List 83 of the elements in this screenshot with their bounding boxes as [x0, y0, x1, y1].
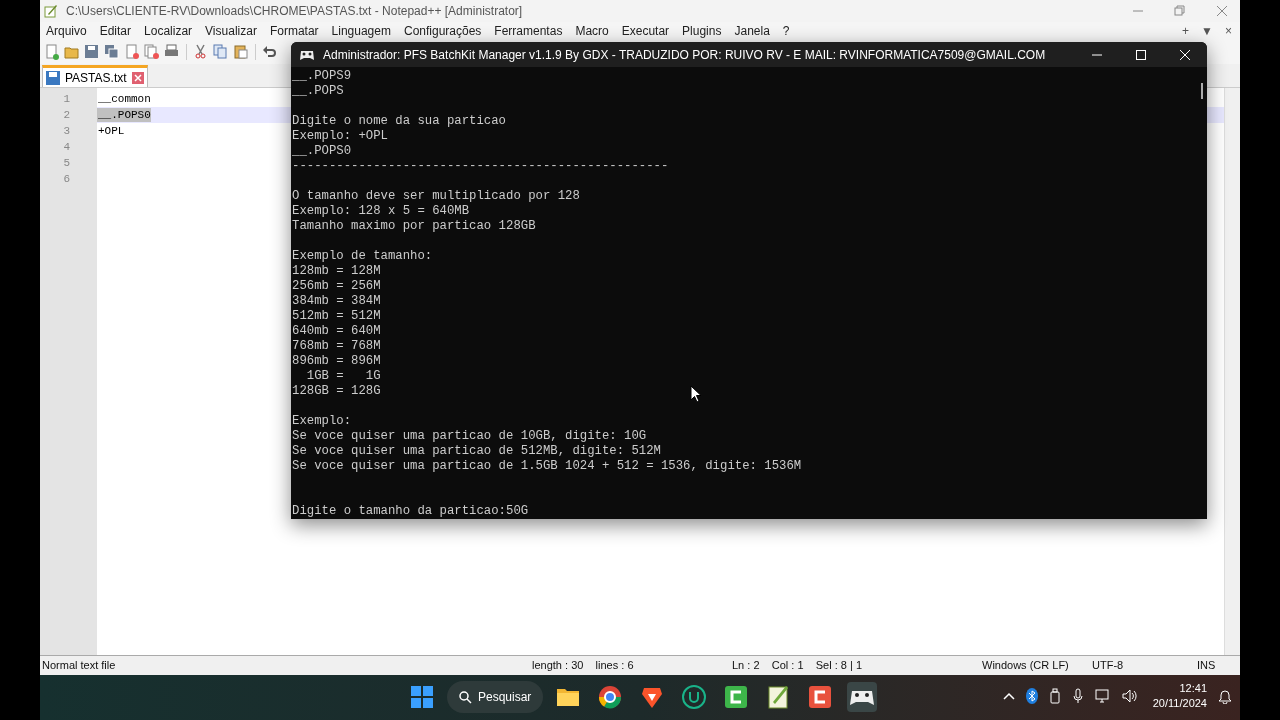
console-line: __.POPS9 — [292, 69, 352, 84]
scrollbar-thumb[interactable] — [1201, 83, 1203, 99]
maximize-icon[interactable] — [1135, 48, 1147, 61]
console-line: --------------------------------------------------- — [292, 159, 669, 174]
menu-item[interactable]: Configurações — [403, 22, 482, 40]
console-line: 512mb = 512M — [292, 309, 381, 324]
console-line: Digite o nome da sua particao — [292, 114, 506, 129]
console-line: 896mb = 896M — [292, 354, 381, 369]
menu-item[interactable]: Editar — [99, 22, 132, 40]
code-line: __common — [97, 92, 151, 106]
menu-item[interactable]: ? — [782, 22, 790, 40]
console-line: Tamanho maximo por particao 128GB — [292, 219, 536, 234]
menu-item[interactable]: Executar — [621, 22, 670, 40]
console-line: __.POPS0 — [292, 144, 352, 159]
console-line: Exemplo de tamanho: — [292, 249, 433, 264]
prompt-line: Digite o tamanho da particao:50G — [292, 504, 529, 519]
status-text: Normal text file — [41, 658, 117, 674]
console-line: __.POPS — [292, 84, 344, 99]
scrollbar[interactable] — [1224, 88, 1240, 655]
notification-bell-icon[interactable] — [1218, 688, 1232, 704]
usb-drive-icon[interactable] — [1048, 688, 1061, 704]
menu-item[interactable]: Formatar — [269, 22, 319, 40]
code-line: +OPL — [97, 124, 125, 138]
menu-item[interactable]: Linguagem — [331, 22, 391, 40]
console-line: Se voce quiser uma particao de 1.5GB 1024 + 512 = 1536, digite: 1536M — [292, 459, 802, 474]
save-all-icon[interactable] — [104, 44, 120, 60]
tab-control[interactable]: + — [1182, 22, 1190, 40]
line-number: 6 — [62, 172, 71, 187]
new-file-icon[interactable] — [44, 44, 60, 60]
console-line: 384mb = 384M — [292, 294, 381, 309]
console-line: 256mb = 256M — [292, 279, 381, 294]
status-text: Ln : 2 Col : 1 Sel : 8 | 1 — [731, 658, 864, 674]
console-line: 1GB = 1G — [305, 369, 381, 384]
microphone-icon[interactable] — [1071, 688, 1084, 704]
console-line: 128GB = 128G — [292, 384, 381, 399]
console-line: 768mb = 768M — [292, 339, 381, 354]
line-number: 4 — [62, 140, 71, 155]
status-text: Windows (CR LF) — [981, 658, 1070, 674]
console-line: 128mb = 128M — [292, 264, 381, 279]
menu-item[interactable]: Ferramentas — [494, 22, 563, 40]
console-line: Se voce quiser uma particao de 10GB, digite: 10G — [292, 429, 647, 444]
menu-item[interactable]: Visualizar — [205, 22, 257, 40]
menu-item[interactable]: Macro — [575, 22, 609, 40]
search-button[interactable]: Pesquisar — [447, 681, 544, 713]
console-line: O tamanho deve ser multiplicado por 128 — [292, 189, 580, 204]
search-icon — [459, 690, 472, 704]
console-line: Exemplo: 128 x 5 = 640MB — [292, 204, 470, 219]
status-text: UTF-8 — [1091, 658, 1125, 674]
menu-item[interactable]: Plugins — [682, 22, 722, 40]
file-tab[interactable]: PASTAS.txt — [42, 65, 148, 87]
close-file-icon[interactable] — [124, 44, 140, 60]
status-text: INS — [1196, 658, 1217, 674]
undo-icon[interactable] — [262, 44, 278, 60]
window-title: C:\Users\CLIENTE-RV\Downloads\CHROME\PASTAS.txt - Notepad++ [Administrator] — [66, 3, 523, 20]
mouse-cursor-icon — [690, 385, 702, 403]
chevron-up-icon[interactable] — [1002, 691, 1015, 701]
menu-item[interactable]: Arquivo — [46, 22, 87, 40]
save-icon[interactable] — [84, 44, 100, 60]
console-line: Se voce quiser uma particao de 512MB, digite: 512M — [292, 444, 661, 459]
line-number: 3 — [62, 124, 71, 139]
paste-icon[interactable] — [233, 44, 249, 60]
cut-icon[interactable] — [193, 44, 209, 60]
clock-date[interactable]: 20/11/2024 — [1152, 696, 1207, 711]
console-line: Exemplo: +OPL — [292, 129, 388, 144]
notepad-icon — [44, 4, 58, 18]
window-title: Administrador: PFS BatchKit Manager v1.1.9 By GDX - TRADUZIDO POR: RUIVO RV - E MAIL: RVINFORMATICA7509@GMAIL.COM — [323, 46, 1046, 64]
copy-icon[interactable] — [213, 44, 229, 60]
gamepad-icon[interactable] — [845, 680, 880, 714]
line-number: 5 — [62, 156, 71, 171]
save-icon — [46, 70, 60, 85]
volume-icon[interactable] — [1121, 689, 1138, 703]
close-all-icon[interactable] — [144, 44, 160, 60]
line-number: 2 — [62, 108, 71, 123]
bluetooth-icon[interactable] — [1025, 688, 1038, 704]
clock-time[interactable]: 12:41 — [1179, 681, 1207, 696]
menu-item[interactable]: Janela — [734, 22, 770, 40]
status-text: length : 30 lines : 6 — [531, 658, 635, 674]
console-line: 640mb = 640M — [292, 324, 381, 339]
line-number: 1 — [62, 92, 71, 107]
menu-item[interactable]: Localizar — [144, 22, 193, 40]
tab-control[interactable]: ▼ — [1201, 22, 1213, 40]
console-line: Exemplo: — [292, 414, 352, 429]
tab-control[interactable]: × — [1225, 22, 1232, 40]
